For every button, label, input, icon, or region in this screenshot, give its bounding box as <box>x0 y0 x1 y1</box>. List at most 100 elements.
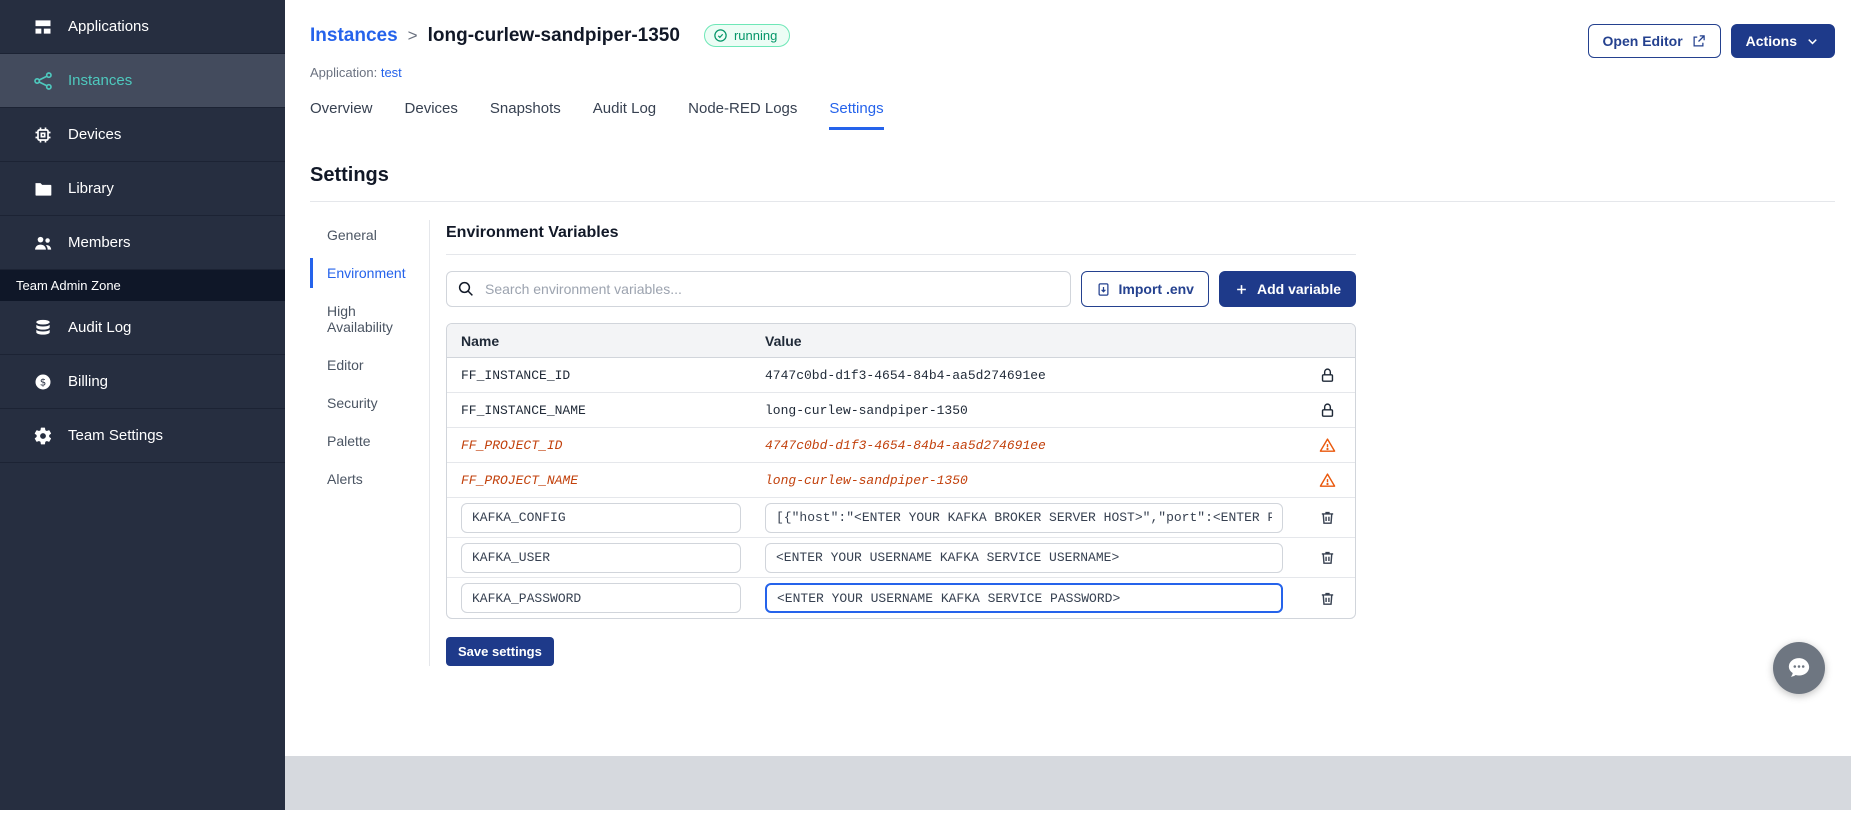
svg-text:$: $ <box>40 377 46 388</box>
team-settings-icon <box>34 427 52 444</box>
page-title: Settings <box>310 164 389 186</box>
application-label: Application: <box>310 65 378 80</box>
open-editor-button[interactable]: Open Editor <box>1587 24 1721 58</box>
settings-nav-environment[interactable]: Environment <box>310 258 415 288</box>
import-env-label: Import .env <box>1118 281 1194 297</box>
env-var-name: FF_INSTANCE_NAME <box>461 402 586 418</box>
import-env-button[interactable]: Import .env <box>1080 271 1209 307</box>
warning-icon <box>1319 437 1335 452</box>
delete-variable-button[interactable] <box>1319 549 1336 566</box>
delete-icon <box>1321 511 1333 524</box>
env-var-value-input[interactable] <box>765 542 1283 573</box>
sidebar-item-label: Members <box>68 234 131 251</box>
sidebar-item-instances[interactable]: Instances <box>0 54 285 108</box>
tab-snapshots[interactable]: Snapshots <box>490 100 561 130</box>
env-var-value: 4747c0bd-d1f3-4654-84b4-aa5d274691ee <box>765 437 1046 453</box>
lock-icon <box>1321 367 1333 382</box>
application-line: Application: test <box>310 65 1835 80</box>
env-toolbar: Import .env Add variable <box>446 271 1356 307</box>
open-editor-label: Open Editor <box>1602 33 1683 49</box>
breadcrumb-separator: > <box>407 25 418 45</box>
env-var-name-input[interactable] <box>461 542 741 573</box>
env-var-name: FF_PROJECT_ID <box>461 437 563 453</box>
team-admin-zone-label: Team Admin Zone <box>0 270 285 301</box>
status-badge: running <box>703 24 791 47</box>
breadcrumb-instances-link[interactable]: Instances <box>310 25 398 47</box>
table-row <box>447 578 1355 618</box>
table-row <box>447 538 1355 578</box>
sidebar-item-members[interactable]: Members <box>0 216 285 270</box>
table-header-row: Name Value <box>447 324 1355 358</box>
tab-settings[interactable]: Settings <box>829 100 884 130</box>
application-link[interactable]: test <box>381 65 402 80</box>
table-row: FF_INSTANCE_NAME long-curlew-sandpiper-1… <box>447 393 1355 428</box>
lock-icon <box>1321 402 1333 417</box>
env-var-name-input[interactable] <box>461 502 741 533</box>
sidebar-item-team-settings[interactable]: Team Settings <box>0 409 285 463</box>
delete-icon <box>1321 592 1333 605</box>
library-icon <box>35 182 52 196</box>
tab-bar: Overview Devices Snapshots Audit Log Nod… <box>310 100 1835 130</box>
import-env-icon <box>1098 282 1108 296</box>
open-editor-icon <box>1693 34 1705 46</box>
sidebar-item-label: Team Settings <box>68 427 164 444</box>
instance-name: long-curlew-sandpiper-1350 <box>427 24 680 46</box>
delete-variable-button[interactable] <box>1319 590 1336 607</box>
environment-panel: Environment Variables Import .env A <box>446 220 1356 666</box>
sidebar-item-library[interactable]: Library <box>0 162 285 216</box>
footer-band <box>285 756 1851 810</box>
applications-icon <box>35 19 51 34</box>
audit-log-icon <box>36 319 50 335</box>
settings-nav-security[interactable]: Security <box>310 388 415 418</box>
settings-nav-editor[interactable]: Editor <box>310 350 415 380</box>
env-variables-table: Name Value FF_INSTANCE_ID 4747c0bd-d1f3-… <box>446 323 1356 619</box>
delete-icon <box>1321 551 1333 564</box>
delete-variable-button[interactable] <box>1319 509 1336 526</box>
env-var-value-input[interactable] <box>765 502 1283 533</box>
settings-nav-alerts[interactable]: Alerts <box>310 464 415 494</box>
instances-icon <box>34 71 52 90</box>
breadcrumb: Instances > long-curlew-sandpiper-1350 r… <box>310 24 791 47</box>
sidebar-item-applications[interactable]: Applications <box>0 0 285 54</box>
search-input[interactable] <box>446 271 1071 307</box>
settings-nav-high-availability[interactable]: High Availability <box>310 296 415 342</box>
tab-overview[interactable]: Overview <box>310 100 373 130</box>
settings-nav-general[interactable]: General <box>310 220 415 250</box>
sidebar-item-label: Audit Log <box>68 319 132 336</box>
actions-button[interactable]: Actions <box>1730 24 1835 58</box>
sidebar-item-label: Applications <box>68 18 149 35</box>
table-row: FF_INSTANCE_ID 4747c0bd-d1f3-4654-84b4-a… <box>447 358 1355 393</box>
add-variable-button[interactable]: Add variable <box>1218 271 1356 307</box>
sidebar-item-label: Billing <box>68 373 109 390</box>
actions-chevron-icon <box>1808 38 1817 44</box>
save-settings-button[interactable]: Save settings <box>446 637 554 666</box>
env-var-name: FF_INSTANCE_ID <box>461 367 571 383</box>
table-row: FF_PROJECT_NAME long-curlew-sandpiper-13… <box>447 463 1355 498</box>
env-var-name-input[interactable] <box>461 583 741 613</box>
sidebar-item-audit-log[interactable]: Audit Log <box>0 301 285 355</box>
devices-icon <box>35 127 51 142</box>
tab-devices[interactable]: Devices <box>405 100 458 130</box>
running-status-icon <box>714 29 727 42</box>
settings-section: Settings General Environment High Availa… <box>285 164 1851 666</box>
env-var-value-input[interactable] <box>765 583 1283 613</box>
sidebar-item-label: Devices <box>68 126 122 143</box>
add-variable-icon <box>1237 284 1246 294</box>
divider <box>310 201 1835 202</box>
sidebar-item-devices[interactable]: Devices <box>0 108 285 162</box>
add-variable-label: Add variable <box>1256 281 1341 297</box>
members-icon <box>35 236 52 250</box>
env-var-value: 4747c0bd-d1f3-4654-84b4-aa5d274691ee <box>765 367 1046 383</box>
actions-label: Actions <box>1745 33 1797 49</box>
sidebar-item-billing[interactable]: $ Billing <box>0 355 285 409</box>
env-var-value: long-curlew-sandpiper-1350 <box>765 472 968 488</box>
status-label: running <box>733 28 778 43</box>
chat-widget-button[interactable] <box>1773 642 1825 694</box>
warning-icon <box>1319 472 1335 487</box>
tab-audit-log[interactable]: Audit Log <box>593 100 656 130</box>
page-header: Instances > long-curlew-sandpiper-1350 r… <box>285 0 1851 130</box>
sidebar-item-label: Library <box>68 180 114 197</box>
column-header-name: Name <box>461 332 500 349</box>
tab-node-red-logs[interactable]: Node-RED Logs <box>688 100 797 130</box>
settings-nav-palette[interactable]: Palette <box>310 426 415 456</box>
